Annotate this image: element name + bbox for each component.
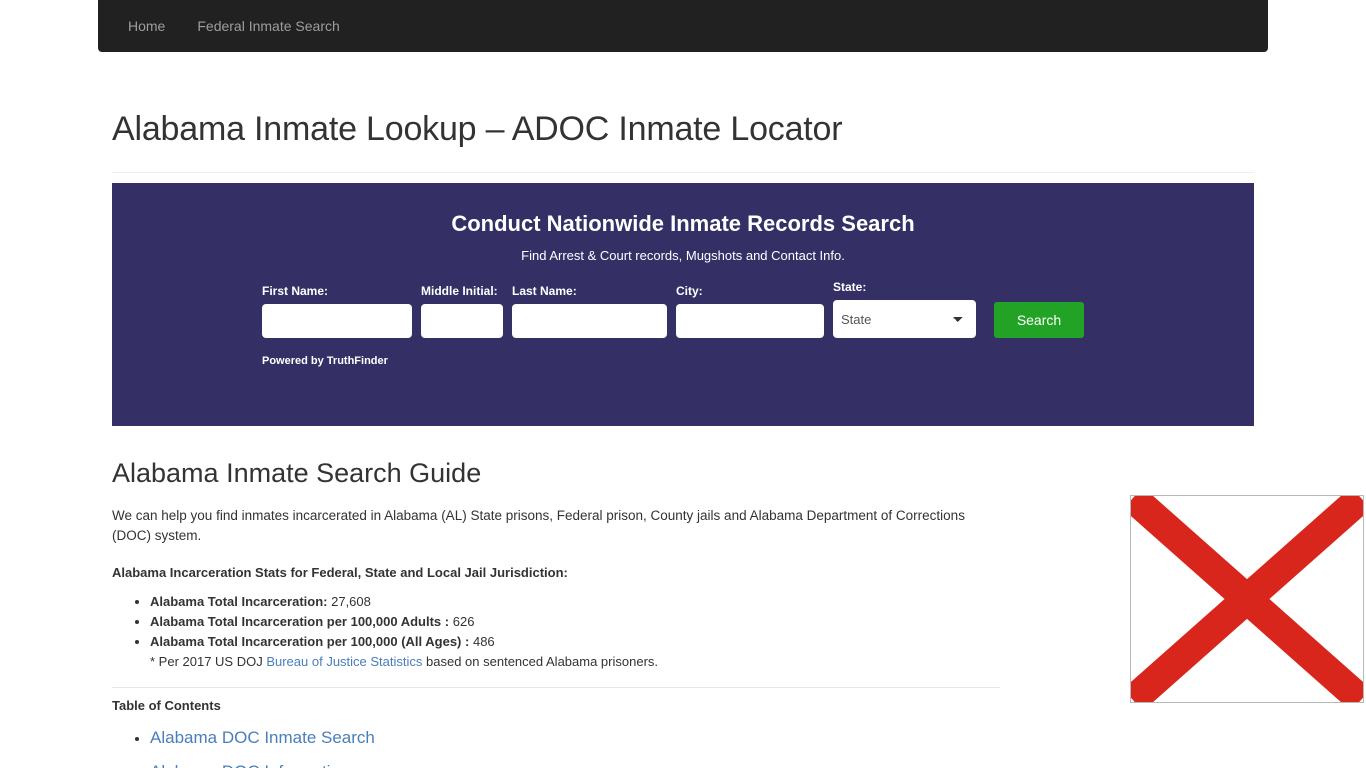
last-name-input[interactable] <box>512 304 667 338</box>
first-name-input[interactable] <box>262 304 412 338</box>
list-item: Alabama DOC Inmate Search <box>150 727 1002 749</box>
stat-value: 486 <box>472 634 495 649</box>
state-field-group: State: State <box>833 280 976 338</box>
toc-list: Alabama DOC Inmate Search Alabama DOC In… <box>112 727 1002 768</box>
search-widget-title: Conduct Nationwide Inmate Records Search <box>451 211 915 236</box>
stat-item: Alabama Total Incarceration per 100,000 … <box>150 632 1002 652</box>
inmate-search-guide-section: Alabama Inmate Search Guide We can help … <box>112 456 1002 688</box>
top-navigation-bar: Home Federal Inmate Search <box>98 0 1268 52</box>
middle-initial-input[interactable] <box>421 304 503 338</box>
stat-value: 27,608 <box>331 594 371 609</box>
city-label: City: <box>676 284 703 298</box>
state-select[interactable]: State <box>833 300 976 338</box>
toc-heading: Table of Contents <box>112 698 221 713</box>
main-content: Alabama Inmate Lookup – ADOC Inmate Loca… <box>112 52 1364 768</box>
city-field-group: City: <box>676 284 824 338</box>
state-label: State: <box>833 280 867 294</box>
alabama-flag-svg <box>1131 496 1363 702</box>
stat-item: Alabama Total Incarceration per 100,000 … <box>150 612 1002 632</box>
first-name-field-group: First Name: <box>262 284 412 338</box>
first-name-label: First Name: <box>262 284 329 298</box>
toc-link-alabama-doc-inmate-search[interactable]: Alabama DOC Inmate Search <box>150 728 375 747</box>
stats-heading: Alabama Incarceration Stats for Federal,… <box>112 565 568 580</box>
stat-value: 626 <box>452 614 475 629</box>
nav-item-home[interactable]: Home <box>128 16 165 36</box>
incarceration-stats-list: Alabama Total Incarceration: 27,608 Alab… <box>112 592 1002 672</box>
list-item: Alabama DOC Information <box>150 761 1002 768</box>
stats-footnote: * Per 2017 US DOJ Bureau of Justice Stat… <box>150 652 1002 672</box>
stat-label: Alabama Total Incarceration per 100,000 … <box>150 614 450 629</box>
page-title: Alabama Inmate Lookup – ADOC Inmate Loca… <box>112 110 843 148</box>
alabama-flag-image <box>1130 495 1364 703</box>
middle-initial-label: Middle Initial: <box>421 284 498 298</box>
footnote-prefix: * Per 2017 US DOJ <box>150 654 267 669</box>
page-root: Home Federal Inmate Search Alabama Inmat… <box>0 0 1366 768</box>
search-widget-subtitle: Find Arrest & Court records, Mugshots an… <box>521 248 845 263</box>
title-divider <box>112 172 1254 173</box>
guide-divider <box>112 687 1000 688</box>
bureau-of-justice-statistics-link[interactable]: Bureau of Justice Statistics <box>266 654 422 669</box>
guide-intro-paragraph: We can help you find inmates incarcerate… <box>112 508 965 543</box>
last-name-label: Last Name: <box>512 284 577 298</box>
table-of-contents: Table of Contents Alabama DOC Inmate Sea… <box>112 697 1002 768</box>
inmate-records-search-widget: Conduct Nationwide Inmate Records Search… <box>112 183 1254 426</box>
search-button[interactable]: Search <box>994 302 1084 338</box>
middle-initial-field-group: Middle Initial: <box>421 284 503 338</box>
guide-title: Alabama Inmate Search Guide <box>112 458 482 488</box>
nav-item-federal-inmate-search[interactable]: Federal Inmate Search <box>197 16 339 36</box>
search-form: First Name: Middle Initial: Last Name: C… <box>262 280 1254 338</box>
stat-label: Alabama Total Incarceration: <box>150 594 328 609</box>
stat-label: Alabama Total Incarceration per 100,000 … <box>150 634 470 649</box>
powered-by-label: Powered by TruthFinder <box>262 355 388 367</box>
footnote-suffix: based on sentenced Alabama prisoners. <box>422 654 659 669</box>
city-input[interactable] <box>676 304 824 338</box>
last-name-field-group: Last Name: <box>512 284 667 338</box>
toc-link-alabama-doc-information[interactable]: Alabama DOC Information <box>150 762 349 768</box>
stat-item: Alabama Total Incarceration: 27,608 <box>150 592 1002 612</box>
